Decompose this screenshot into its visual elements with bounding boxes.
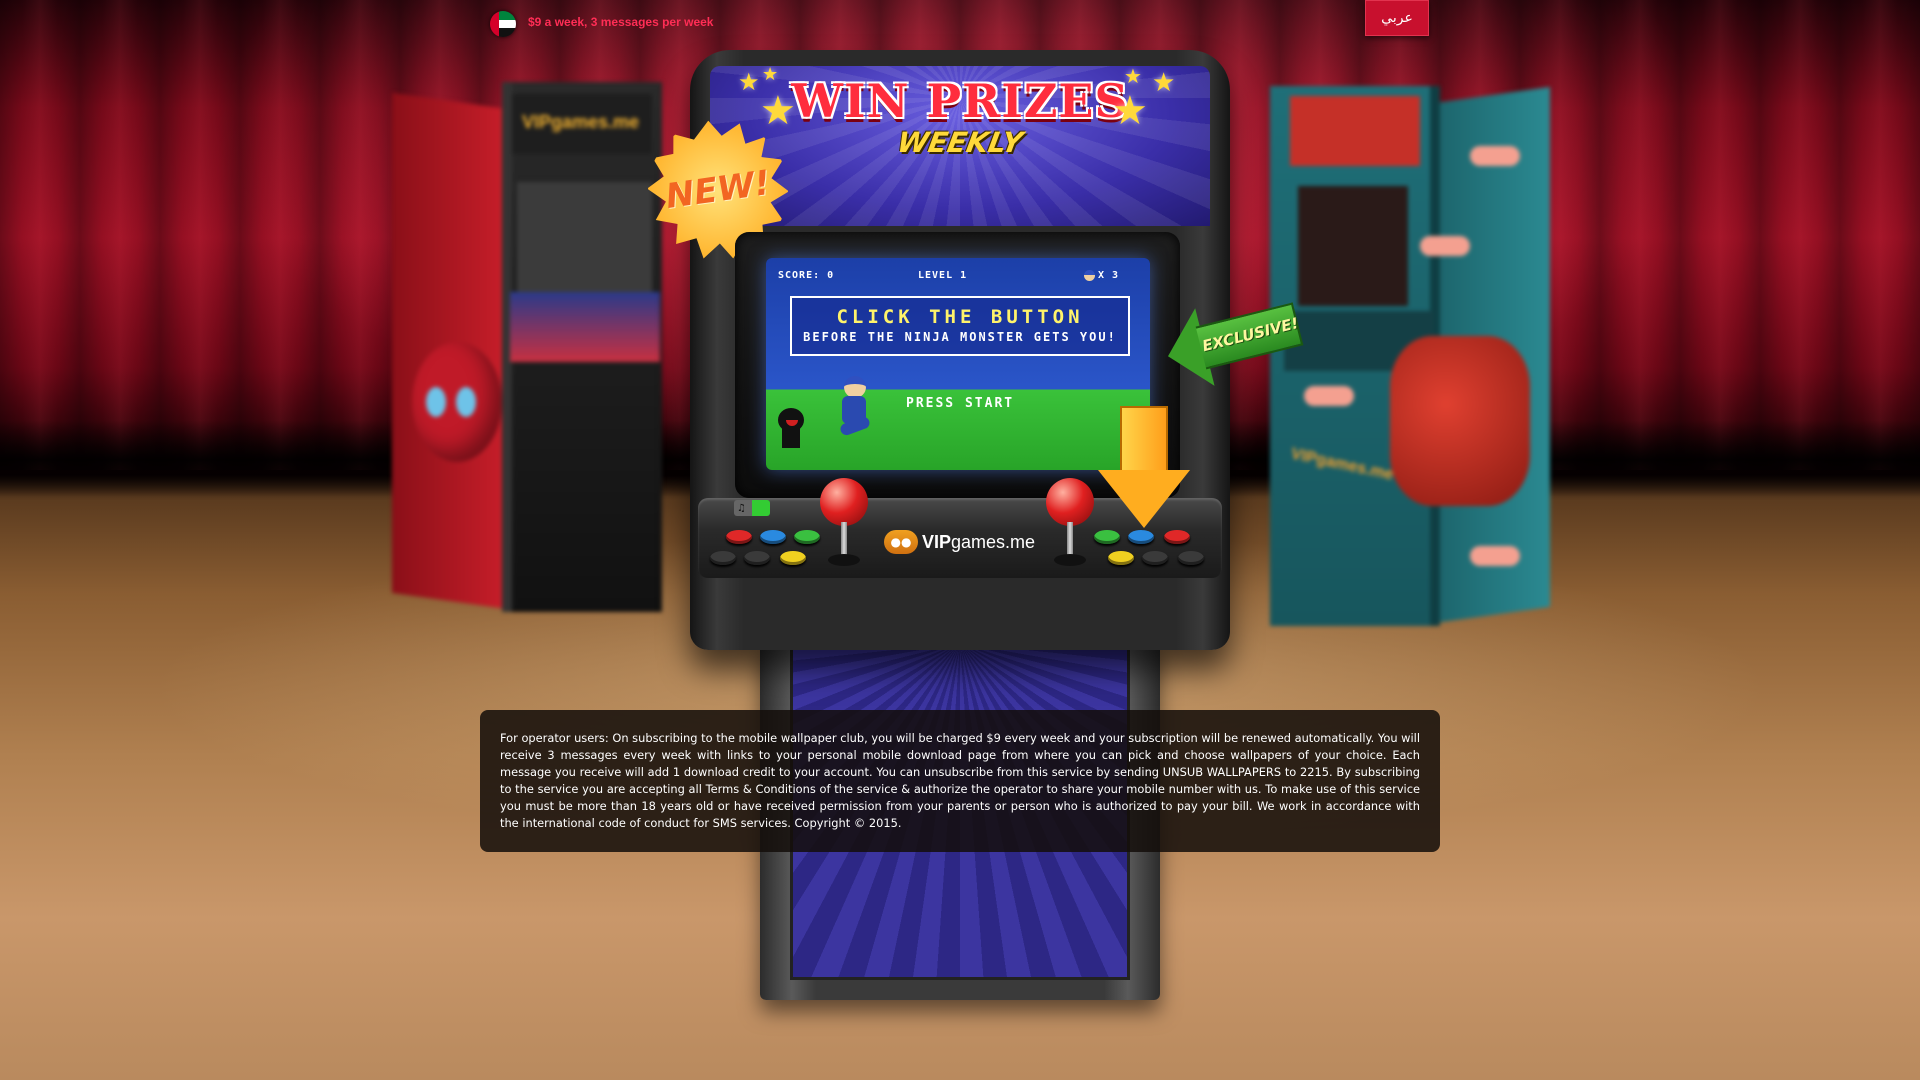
terms-and-conditions: For operator users: On subscribing to th… — [480, 710, 1440, 852]
gamepad-icon: ●● — [884, 530, 918, 554]
right-arcade-cabinet: VIPgames.me — [1270, 86, 1550, 626]
score-label: SCORE: 0 — [778, 270, 835, 281]
instruction-subline: BEFORE THE NINJA MONSTER GETS YOU! — [803, 330, 1117, 344]
arcade-button-dark[interactable] — [710, 551, 736, 565]
player-head-icon — [1084, 270, 1095, 281]
logo-text-bold: VIP — [922, 531, 952, 552]
new-badge-label: NEW! — [663, 162, 773, 218]
logo-text: games.me — [951, 531, 1036, 552]
arabic-language-button[interactable]: عربي — [1365, 0, 1429, 36]
lives-indicator: X 3 — [1084, 270, 1119, 281]
lives-label: X 3 — [1098, 270, 1120, 281]
star-icon: ★ — [760, 88, 796, 134]
star-icon: ★ — [738, 68, 760, 96]
vipgames-logo[interactable]: ●● VIPgames.me — [884, 530, 1035, 554]
right-joystick[interactable] — [1046, 478, 1094, 568]
music-note-icon: ♫ — [737, 502, 746, 514]
star-icon: ★ — [1124, 66, 1142, 88]
arcade-button-red[interactable] — [1164, 530, 1190, 544]
arcade-button-blue[interactable] — [760, 530, 786, 544]
left-cabinet-logo: VIPgames.me — [522, 112, 640, 132]
game-screen[interactable]: SCORE: 0 LEVEL 1 X 3 CLICK THE BUTTON BE… — [766, 258, 1150, 470]
arcade-button-yellow[interactable] — [780, 551, 806, 565]
arcade-button-dark[interactable] — [744, 551, 770, 565]
arcade-button-dark[interactable] — [1142, 551, 1168, 565]
star-icon: ★ — [1112, 88, 1148, 134]
press-start-label: PRESS START — [906, 396, 1015, 411]
level-label: LEVEL 1 — [918, 270, 968, 281]
red-monster-character — [1390, 336, 1530, 506]
down-arrow-pointer — [1098, 406, 1190, 530]
arcade-button-dark[interactable] — [1178, 551, 1204, 565]
cabinet-marquee: WIN PRIZES WEEKLY ★ ★ ★ ★ ★ ★ — [710, 66, 1210, 226]
star-icon: ★ — [762, 66, 779, 85]
arcade-button-yellow[interactable] — [1108, 551, 1134, 565]
arcade-button-green[interactable] — [1094, 530, 1120, 544]
sound-toggle[interactable]: ♫ — [734, 500, 770, 516]
arcade-button-green[interactable] — [794, 530, 820, 544]
instruction-headline: CLICK THE BUTTON — [836, 306, 1084, 328]
instruction-box: CLICK THE BUTTON BEFORE THE NINJA MONSTE… — [790, 296, 1130, 356]
star-icon: ★ — [1152, 68, 1176, 98]
ninja-monster-character — [772, 408, 808, 448]
uae-flag-icon — [490, 11, 516, 37]
arcade-button-red[interactable] — [726, 530, 752, 544]
left-joystick[interactable] — [820, 478, 868, 568]
left-arcade-cabinet: VIPgames.me — [392, 82, 664, 622]
arcade-button-blue[interactable] — [1128, 530, 1154, 544]
terms-text: For operator users: On subscribing to th… — [500, 731, 1420, 830]
price-info: $9 a week, 3 messages per week — [528, 15, 714, 29]
player-character — [836, 376, 872, 438]
